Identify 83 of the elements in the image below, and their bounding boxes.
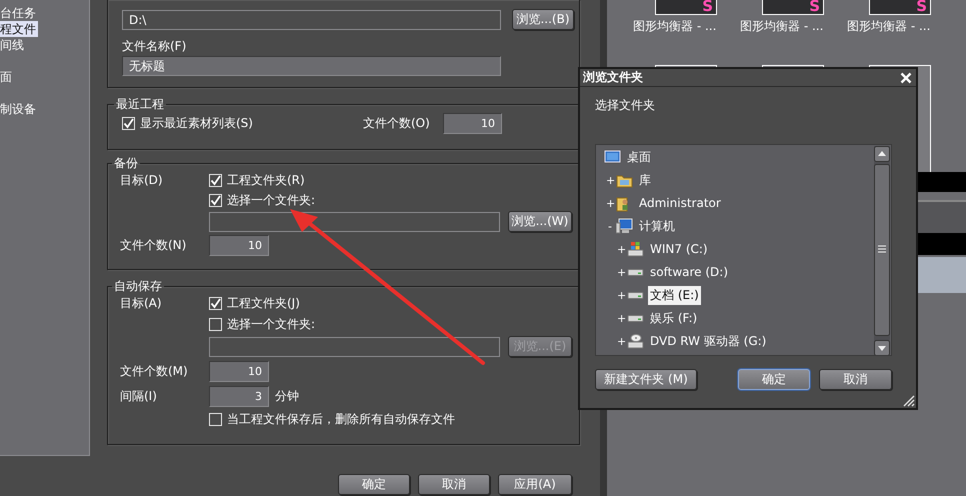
checkbox-label[interactable]: 工程文件夹(R) [227,172,305,189]
disc-drive-icon [627,333,644,350]
checkbox-label[interactable]: 选择一个文件夹: [227,192,316,208]
tree-item[interactable]: 库 [637,171,653,190]
dialog-button[interactable]: 确定 [738,369,810,390]
checkbox-label[interactable]: 当工程文件保存后，删除所有自动保存文件 [227,410,455,428]
sidebar-item[interactable]: 面 [0,69,14,85]
sidebar-item[interactable]: 程文件 [0,21,38,37]
count-field[interactable]: 10 [209,235,269,256]
browse-button[interactable]: 浏览...(B) [512,9,574,30]
count-field[interactable]: 10 [209,361,269,382]
checkbox-icon[interactable] [209,194,222,206]
computer-icon [616,218,633,235]
effect-letter: S [916,0,927,14]
interval-field[interactable]: 3 [209,386,269,407]
browse-button[interactable]: 浏览...(W) [508,211,572,232]
filename-field[interactable]: 无标题 [122,56,501,76]
field-label: 目标(A) [120,295,163,312]
sidebar-item[interactable]: 制设备 [0,101,38,117]
dialog-button[interactable]: 应用(A) [498,474,572,495]
field-label: 文件个数(N) [120,237,188,254]
checkbox-icon[interactable] [209,318,222,330]
effect-label: 图形均衡器 - ... [847,18,930,35]
drive-icon [627,269,644,276]
effect-letter: S [702,0,713,14]
expand-toggle[interactable]: - [606,220,614,233]
expand-toggle[interactable]: + [617,289,625,302]
effect-thumbnail[interactable]: S [762,0,824,15]
dialog-prompt: 选择文件夹 [595,97,656,113]
drive-icon [627,292,644,299]
group-title: 自动保存 [113,279,163,293]
folder-path-field[interactable] [209,336,500,356]
dialog-button[interactable]: 取消 [819,369,892,390]
checkbox-label[interactable]: 工程文件夹(J) [227,295,300,312]
tree-item[interactable]: DVD RW 驱动器 (G:) [648,332,768,351]
expand-toggle[interactable]: + [606,174,614,187]
drive-icon [627,315,644,322]
count-field[interactable]: 10 [443,113,502,134]
scroll-down-button[interactable] [874,340,890,355]
scroll-up-button[interactable] [874,146,890,162]
expand-toggle[interactable]: + [617,335,625,348]
group-title: 备份 [113,156,139,170]
scrollbar-thumb[interactable] [874,164,890,336]
group-title: 最近工程 [115,97,165,111]
field-label: 文件个数(O) [363,115,431,132]
tree-item[interactable]: WIN7 (C:) [648,240,710,259]
checkbox-icon[interactable] [209,174,222,187]
expand-toggle[interactable]: + [617,312,625,325]
effect-label: 图形均衡器 - ... [740,18,824,35]
dialog-button[interactable]: 新建文件夹 (M) [595,369,697,390]
effect-letter: S [809,0,820,14]
unit-label: 分钟 [275,388,299,405]
close-icon[interactable] [900,72,912,84]
dialog-title: 浏览文件夹 [583,69,643,86]
effect-label: 图形均衡器 - ... [633,18,716,35]
system-drive-icon [627,241,644,258]
tree-item[interactable]: software (D:) [648,263,730,282]
tree-item[interactable]: 桌面 [625,148,653,167]
tree-item[interactable]: 计算机 [637,217,677,236]
expand-toggle[interactable]: + [606,197,614,210]
field-label: 目标(D) [120,172,164,189]
checkbox-icon[interactable] [209,297,222,310]
dialog-button[interactable]: 确定 [338,474,410,495]
checkbox-icon[interactable] [122,117,135,130]
field-label: 文件名称(F) [122,38,188,54]
resize-grip-icon[interactable] [901,393,915,407]
tree-item[interactable]: 文档 (E:) [648,286,701,305]
effect-thumbnail[interactable]: S [869,0,931,15]
expand-toggle[interactable]: + [617,266,625,279]
checkbox-label[interactable]: 显示最近素材列表(S) [140,115,253,132]
sidebar-item[interactable]: 间线 [0,37,26,53]
tree-item[interactable]: Administrator [637,194,723,213]
tree-item[interactable]: 娱乐 (F:) [648,309,700,328]
field-label: 文件个数(M) [120,363,189,380]
folder-path-field[interactable] [209,212,500,232]
expand-toggle[interactable]: + [617,243,625,256]
field-label: 间隔(I) [120,388,158,405]
sidebar-item[interactable]: 台任务 [0,5,38,21]
checkbox-label[interactable]: 选择一个文件夹: [227,316,316,332]
effect-thumbnail[interactable]: S [655,0,717,15]
folder-path-field[interactable]: D:\ [122,10,501,30]
dialog-button[interactable]: 取消 [418,474,490,495]
checkbox-icon[interactable] [209,412,222,426]
